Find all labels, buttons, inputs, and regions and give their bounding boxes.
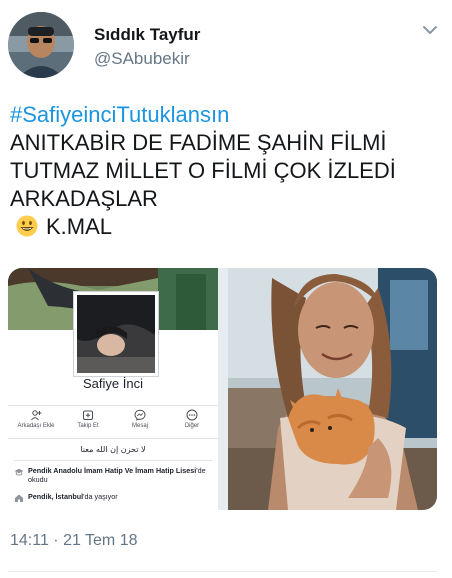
tweet-line: TUTMAZ MİLLET O FİLMİ ÇOK İZLEDİ — [10, 158, 396, 183]
profile-screenshot-image[interactable]: Safiye İnci Arkadaşı Ekle Takip Et Mesaj… — [8, 268, 218, 510]
tweet-timestamp[interactable]: 14:11 · 21 Tem 18 — [10, 532, 138, 550]
more-icon — [186, 409, 198, 421]
add-friend-icon — [31, 410, 42, 421]
tweet-line: K.MAL — [10, 213, 442, 241]
location-suffix: 'da yaşıyor — [83, 492, 118, 501]
add-friend-button: Arkadaşı Ekle — [10, 408, 62, 429]
follow-label: Takip Et — [77, 423, 99, 429]
divider — [14, 460, 212, 461]
follow-icon — [83, 410, 93, 420]
more-label: Diğer — [184, 423, 200, 429]
profile-name: Safiye İnci — [83, 376, 143, 391]
smiling-face-emoji-icon — [16, 215, 38, 237]
home-icon — [15, 494, 23, 502]
message-label: Mesaj — [131, 423, 148, 429]
author-name[interactable]: Sıddık Tayfur — [94, 25, 200, 45]
avatar[interactable] — [8, 12, 74, 78]
add-friend-label: Arkadaşı Ekle — [17, 423, 55, 429]
author-handle[interactable]: @SAbubekir — [94, 49, 190, 69]
more-button: Diğer — [166, 408, 218, 429]
divider — [8, 571, 437, 572]
location-city: Pendik, İstanbul — [28, 492, 84, 501]
chevron-down-icon[interactable] — [420, 20, 440, 40]
media-grid: Safiye İnci Arkadaşı Ekle Takip Et Mesaj… — [8, 268, 437, 510]
tweet-line: ANITKABİR DE FADİME ŞAHİN FİLMİ — [10, 130, 387, 155]
tweet-line: ARKADAŞLAR — [10, 186, 158, 211]
message-button: Mesaj — [114, 408, 166, 429]
follow-button: Takip Et — [62, 408, 114, 429]
tweet-text: #SafiyeinciTutuklansın ANITKABİR DE FADİ… — [10, 101, 442, 241]
signature-text: K.MAL — [46, 214, 113, 239]
messenger-icon — [134, 409, 146, 421]
hashtag-link[interactable]: #SafiyeinciTutuklansın — [10, 101, 442, 129]
education-school: Pendik Anadolu İmam Hatip Ve İmam Hatip … — [28, 466, 197, 475]
profile-action-bar: Arkadaşı Ekle Takip Et Mesaj Diğer — [8, 405, 218, 439]
graduation-cap-icon — [14, 468, 24, 476]
profile-picture — [74, 292, 158, 376]
bio-text: لا تحزن إن الله معنا — [80, 445, 146, 454]
tweet-header: Sıddık Tayfur @SAbubekir — [0, 0, 452, 92]
photo-with-cat-image[interactable] — [228, 268, 437, 510]
